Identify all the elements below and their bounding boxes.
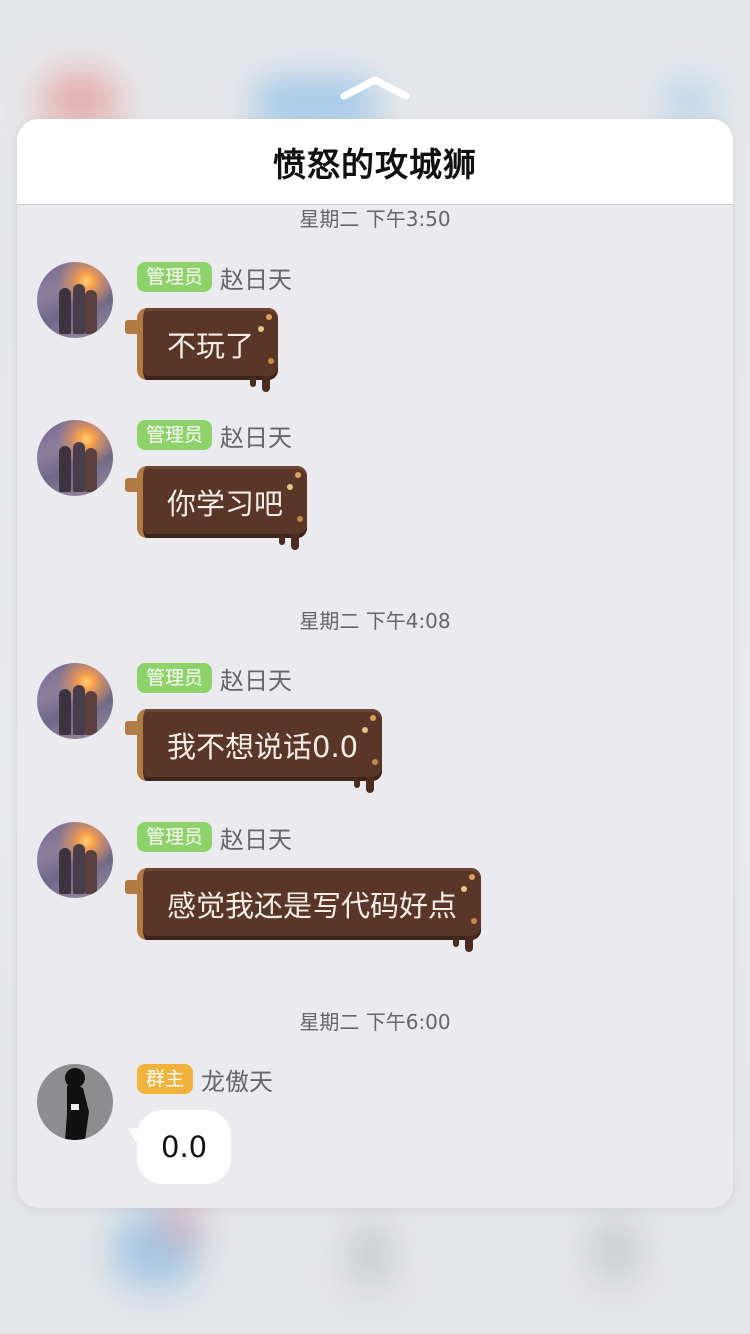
chat-message: 管理员 赵日天 你学习吧 [37, 420, 717, 560]
message-text: 0.0 [161, 1130, 208, 1164]
message-meta: 管理员 赵日天 [137, 420, 293, 452]
avatar[interactable] [37, 420, 113, 496]
message-text: 感觉我还是写代码好点 [167, 889, 458, 923]
sender-name: 赵日天 [220, 666, 293, 695]
message-bubble[interactable]: 0.0 [123, 1110, 232, 1184]
chat-title: 愤怒的攻城狮 [273, 144, 477, 184]
owner-badge: 群主 [137, 1064, 194, 1094]
timestamp: 星期二 下午6:00 [299, 1010, 451, 1034]
person-silhouette-icon [65, 1068, 89, 1140]
message-meta: 管理员 赵日天 [137, 663, 293, 695]
avatar[interactable] [37, 663, 113, 739]
avatar[interactable] [37, 1064, 113, 1140]
message-text: 你学习吧 [167, 487, 284, 521]
chat-message: 管理员 赵日天 感觉我还是写代码好点 [37, 822, 717, 962]
avatar[interactable] [37, 262, 113, 338]
message-meta: 管理员 赵日天 [137, 822, 293, 854]
message-text: 我不想说话0.0 [167, 730, 359, 764]
admin-badge: 管理员 [137, 822, 213, 852]
sender-name: 龙傲天 [201, 1067, 274, 1096]
chat-header: 愤怒的攻城狮 [17, 119, 733, 205]
sender-name: 赵日天 [220, 265, 293, 294]
chevron-up-icon[interactable] [340, 74, 410, 102]
message-meta: 群主 龙傲天 [137, 1064, 274, 1096]
chat-message: 群主 龙傲天 0.0 [37, 1064, 717, 1204]
message-bubble[interactable]: 我不想说话0.0 [125, 709, 383, 793]
avatar[interactable] [37, 822, 113, 898]
message-bubble[interactable]: 不玩了 [125, 308, 279, 392]
admin-badge: 管理员 [137, 663, 213, 693]
chat-preview-card[interactable]: 愤怒的攻城狮 星期二 下午3:50 管理员 赵日天 不玩了 管理员 赵日天 你学… [17, 119, 733, 1208]
sender-name: 赵日天 [220, 423, 293, 452]
timestamp: 星期二 下午3:50 [299, 207, 451, 231]
message-bubble[interactable]: 你学习吧 [125, 466, 308, 550]
admin-badge: 管理员 [137, 262, 213, 292]
chat-message: 管理员 赵日天 不玩了 [37, 262, 717, 402]
chat-message: 管理员 赵日天 我不想说话0.0 [37, 663, 717, 803]
message-text: 不玩了 [167, 329, 255, 363]
message-meta: 管理员 赵日天 [137, 262, 293, 294]
message-bubble[interactable]: 感觉我还是写代码好点 [125, 868, 482, 952]
sender-name: 赵日天 [220, 825, 293, 854]
timestamp: 星期二 下午4:08 [299, 609, 451, 633]
admin-badge: 管理员 [137, 420, 213, 450]
